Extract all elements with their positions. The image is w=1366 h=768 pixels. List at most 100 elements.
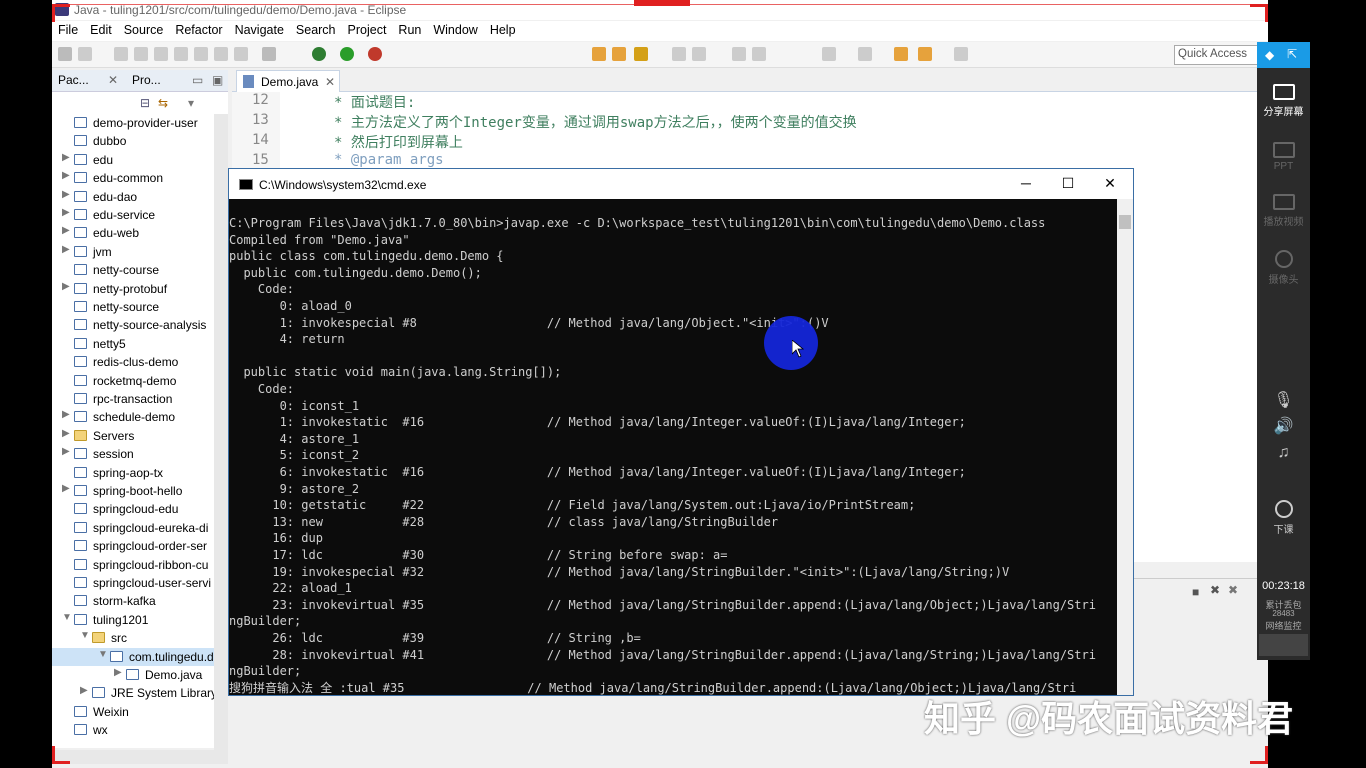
close-button[interactable]: ✕ — [1099, 175, 1121, 193]
toggle-mark-icon[interactable] — [732, 47, 746, 61]
new-icon[interactable] — [58, 47, 72, 61]
remove-all-icon[interactable]: ✖ — [1228, 583, 1238, 597]
tree-item[interactable]: netty-course — [52, 261, 214, 279]
quick-access-field[interactable]: Quick Access — [1174, 45, 1260, 65]
tree-item[interactable]: ▼ tuling1201 — [52, 611, 214, 629]
remove-launch-icon[interactable]: ✖ — [1210, 583, 1220, 597]
expand-arrow-icon[interactable]: ▼ — [98, 649, 108, 660]
menu-edit[interactable]: Edit — [84, 21, 118, 39]
tree-item[interactable]: ▶ jvm — [52, 243, 214, 261]
collapse-arrow-icon[interactable]: ▶ — [62, 225, 70, 236]
step-return-icon[interactable] — [234, 47, 248, 61]
end-class-button[interactable]: 下课 — [1257, 500, 1310, 536]
menu-run[interactable]: Run — [392, 21, 427, 39]
tree-item[interactable]: springcloud-ribbon-cu — [52, 556, 214, 574]
tab-project-explorer[interactable]: Pro... — [132, 73, 161, 87]
tree-item[interactable]: Weixin — [52, 703, 214, 721]
scroll-thumb[interactable] — [1119, 215, 1131, 229]
collapse-arrow-icon[interactable]: ▶ — [114, 667, 122, 678]
collapse-arrow-icon[interactable]: ▶ — [62, 281, 70, 292]
tree-item[interactable]: ▶ netty-protobuf — [52, 280, 214, 298]
collapse-arrow-icon[interactable]: ▶ — [62, 189, 70, 200]
tree-item[interactable]: springcloud-order-ser — [52, 537, 214, 555]
expand-arrow-icon[interactable]: ▼ — [80, 630, 90, 641]
tree-item[interactable]: springcloud-user-servi — [52, 574, 214, 592]
tree-item[interactable]: ▶ edu-service — [52, 206, 214, 224]
tree-item[interactable]: spring-aop-tx — [52, 464, 214, 482]
external-tools-icon[interactable] — [368, 47, 382, 61]
collapse-arrow-icon[interactable]: ▶ — [62, 152, 70, 163]
terminate-icon[interactable] — [174, 47, 188, 61]
menu-window[interactable]: Window — [427, 21, 483, 39]
cmd-scrollbar[interactable] — [1117, 199, 1133, 695]
collapse-arrow-icon[interactable]: ▶ — [62, 170, 70, 181]
tab-package-explorer[interactable]: Pac... — [58, 73, 89, 87]
next-annotation-icon[interactable] — [822, 47, 836, 61]
close-icon[interactable]: ✕ — [108, 73, 118, 87]
maximize-icon[interactable]: ▣ — [212, 73, 223, 87]
collapse-arrow-icon[interactable]: ▶ — [62, 446, 70, 457]
tab-demo-java[interactable]: Demo.java ✕ — [236, 70, 340, 92]
open-type-icon[interactable] — [592, 47, 606, 61]
debug-icon[interactable] — [312, 47, 326, 61]
tree-horizontal-scrollbar[interactable] — [52, 750, 228, 764]
resume-icon[interactable] — [134, 47, 148, 61]
play-video-button[interactable]: 播放视频 — [1257, 194, 1310, 228]
menu-help[interactable]: Help — [484, 21, 522, 39]
annotation-next-icon[interactable] — [672, 47, 686, 61]
tree-item[interactable]: ▶ edu-dao — [52, 188, 214, 206]
link-editor-icon[interactable]: ⇆ — [158, 96, 168, 110]
collapse-arrow-icon[interactable]: ▶ — [62, 244, 70, 255]
step-over-icon[interactable] — [214, 47, 228, 61]
tree-item[interactable]: wx — [52, 721, 214, 739]
tree-item[interactable]: ▶ edu — [52, 151, 214, 169]
tree-item[interactable]: ▶ edu-common — [52, 169, 214, 187]
collapse-arrow-icon[interactable]: ▶ — [80, 685, 88, 696]
skip-breakpoints-icon[interactable] — [114, 47, 128, 61]
tree-item[interactable]: storm-kafka — [52, 592, 214, 610]
tree-item[interactable]: springcloud-edu — [52, 500, 214, 518]
menu-search[interactable]: Search — [290, 21, 342, 39]
music-icon[interactable]: ♫ — [1257, 444, 1310, 462]
save-icon[interactable] — [78, 47, 92, 61]
forward-icon[interactable] — [954, 47, 968, 61]
collapse-arrow-icon[interactable]: ▶ — [62, 207, 70, 218]
menu-navigate[interactable]: Navigate — [229, 21, 290, 39]
tree-item[interactable]: ▶ Demo.java — [52, 666, 214, 684]
tree-item[interactable]: netty-source — [52, 298, 214, 316]
drop-frame-icon[interactable] — [262, 47, 276, 61]
minimize-button[interactable]: ─ — [1015, 175, 1037, 193]
close-icon[interactable]: ✕ — [325, 75, 335, 89]
search-icon[interactable] — [634, 47, 648, 61]
popout-icon[interactable]: ⇱ — [1287, 47, 1297, 61]
camera-button[interactable]: 摄像头 — [1257, 250, 1310, 286]
ppt-button[interactable]: PPT — [1257, 142, 1310, 172]
menu-file[interactable]: File — [52, 21, 84, 39]
terminate-console-icon[interactable]: ■ — [1192, 585, 1199, 599]
tree-item[interactable]: rpc-transaction — [52, 390, 214, 408]
tree-vertical-scrollbar[interactable] — [214, 114, 228, 754]
tree-item[interactable]: ▶ JRE System Library — [52, 684, 214, 702]
step-into-icon[interactable] — [194, 47, 208, 61]
tree-item[interactable]: ▶ schedule-demo — [52, 408, 214, 426]
tree-item[interactable]: netty-source-analysis — [52, 316, 214, 334]
annotation-prev-icon[interactable] — [692, 47, 706, 61]
tree-item[interactable]: ▶ session — [52, 445, 214, 463]
open-task-icon[interactable] — [612, 47, 626, 61]
show-whitespace-icon[interactable] — [752, 47, 766, 61]
tree-item[interactable]: redis-clus-demo — [52, 353, 214, 371]
tree-item[interactable]: ▶ spring-boot-hello — [52, 482, 214, 500]
menu-refactor[interactable]: Refactor — [169, 21, 228, 39]
prev-annotation-icon[interactable] — [858, 47, 872, 61]
tree-item[interactable]: ▶ Servers — [52, 427, 214, 445]
maximize-button[interactable]: ☐ — [1057, 175, 1079, 193]
record-frame-handle[interactable] — [634, 0, 690, 6]
microphone-icon[interactable]: 🎙 — [1257, 390, 1310, 410]
tree-item[interactable]: ▶ edu-web — [52, 224, 214, 242]
tree-item[interactable]: rocketmq-demo — [52, 372, 214, 390]
share-screen-button[interactable]: 分享屏幕 — [1257, 84, 1310, 118]
tree-item[interactable]: springcloud-eureka-di — [52, 519, 214, 537]
speaker-icon[interactable]: 🔊 — [1257, 416, 1310, 436]
last-edit-icon[interactable] — [894, 47, 908, 61]
pin-icon[interactable]: ◆ — [1265, 48, 1274, 62]
